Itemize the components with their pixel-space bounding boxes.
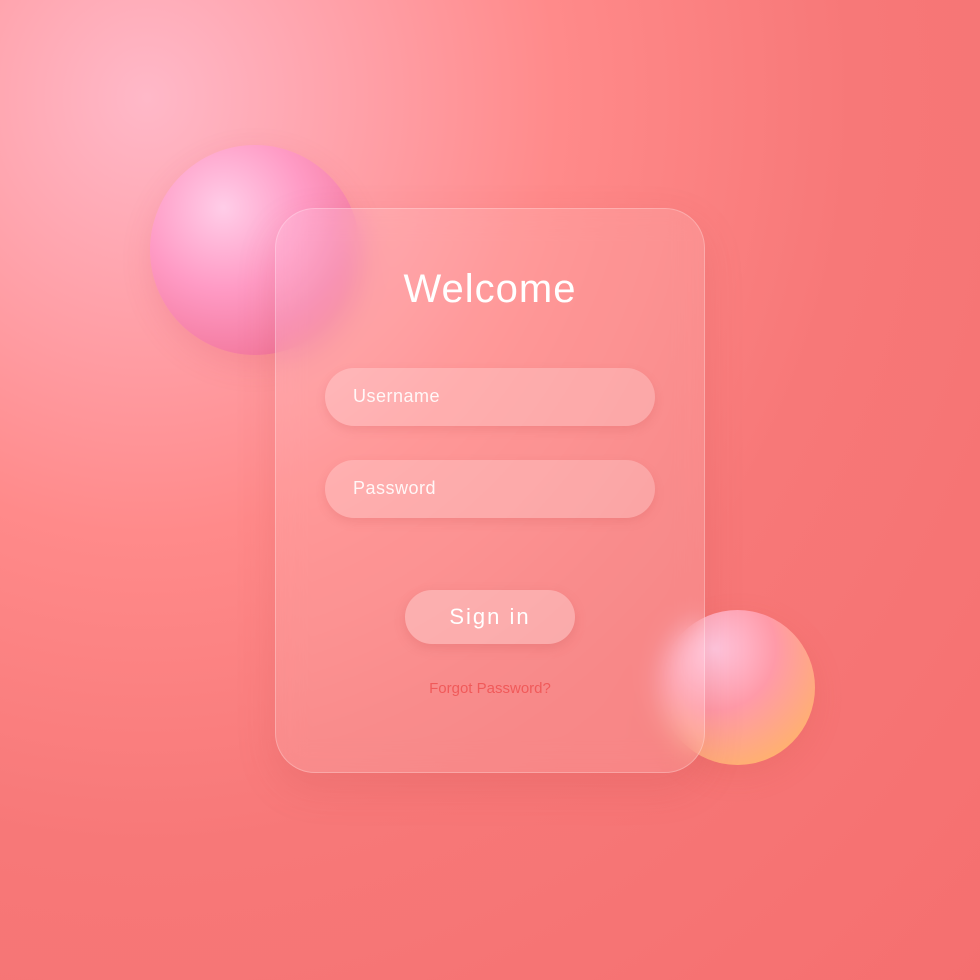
signin-button[interactable]: Sign in — [405, 590, 575, 644]
login-card: Welcome Sign in Forgot Password? — [275, 208, 705, 773]
username-input[interactable] — [325, 368, 655, 426]
forgot-password-link[interactable]: Forgot Password? — [429, 680, 551, 697]
welcome-title: Welcome — [404, 267, 577, 312]
password-input[interactable] — [325, 460, 655, 518]
